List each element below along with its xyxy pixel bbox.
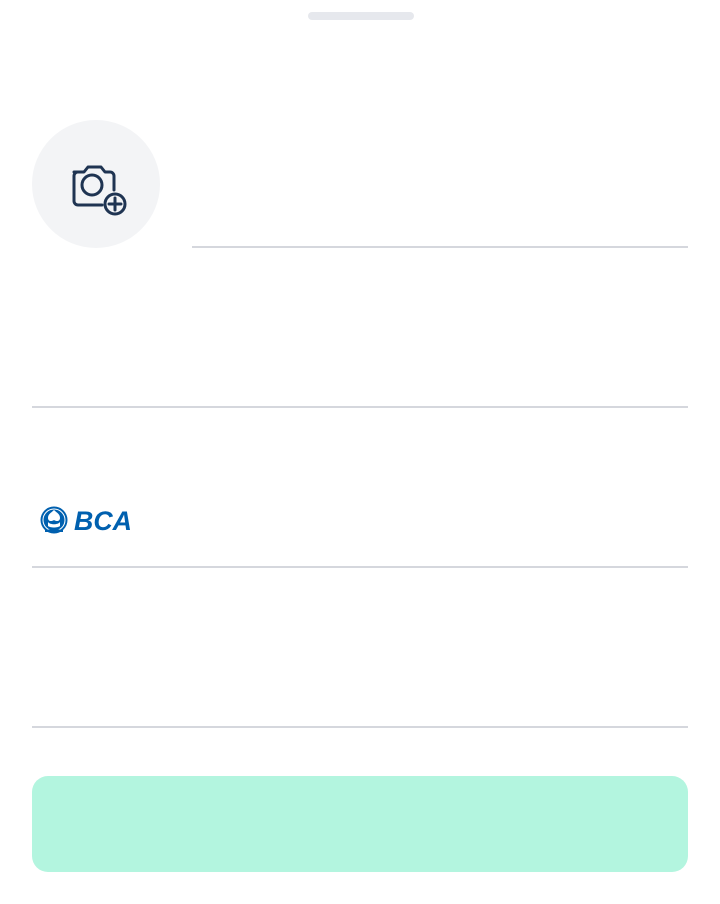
input-field-2[interactable] [32,300,688,408]
input-field-2-underline [32,406,688,408]
input-field-4-underline [32,726,688,728]
bca-logo: BCA [40,506,132,536]
svg-text:BCA: BCA [74,506,132,536]
name-field-underline [192,246,688,248]
submit-button[interactable] [32,776,688,872]
drag-handle[interactable] [308,12,414,20]
input-field-4[interactable] [32,620,688,728]
camera-add-icon [72,165,127,216]
add-photo-button[interactable] [32,120,160,248]
bank-field-underline [32,566,688,568]
bank-select-field[interactable]: BCA [32,460,688,568]
name-field[interactable] [192,140,688,248]
